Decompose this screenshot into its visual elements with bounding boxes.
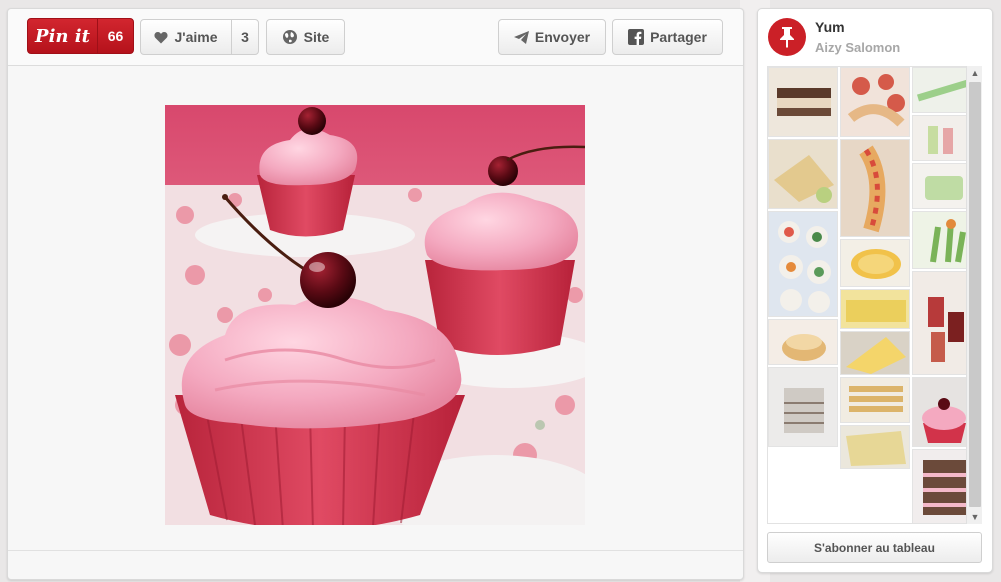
paper-plane-icon (513, 30, 529, 44)
pin-toolbar: Pin it 66 J'aime 3 Site Envoyer Partager (8, 9, 743, 66)
like-main[interactable]: J'aime (141, 20, 232, 54)
facebook-icon (628, 29, 645, 45)
cupcakes-photo (165, 105, 585, 525)
board-thumbnail[interactable] (768, 367, 838, 447)
board-thumbnail[interactable] (912, 449, 973, 523)
site-button[interactable]: Site (266, 19, 345, 55)
pin-it-label: Pin it (28, 19, 98, 53)
like-button[interactable]: J'aime 3 (140, 19, 259, 55)
like-label: J'aime (174, 29, 218, 45)
board-thumbnail[interactable] (840, 67, 910, 137)
board-avatar[interactable] (768, 18, 806, 56)
card-footer-divider (8, 550, 743, 551)
board-thumbnail[interactable] (912, 271, 973, 375)
scroll-down-arrow[interactable]: ▼ (967, 510, 983, 524)
board-thumbnail[interactable] (768, 319, 838, 365)
board-thumbnail[interactable] (912, 211, 973, 269)
board-thumbnail[interactable] (840, 331, 910, 375)
send-button[interactable]: Envoyer (498, 19, 606, 55)
send-label: Envoyer (534, 29, 591, 45)
board-thumbnail[interactable] (840, 289, 910, 329)
like-count: 3 (241, 29, 249, 45)
board-thumbnail[interactable] (840, 377, 910, 423)
scroll-up-arrow[interactable]: ▲ (967, 66, 983, 80)
board-thumbnail[interactable] (840, 425, 910, 469)
heart-icon (154, 31, 169, 43)
board-thumbnail[interactable] (912, 163, 973, 209)
pushpin-icon (780, 27, 794, 48)
board-title[interactable]: Yum (815, 19, 845, 35)
board-thumbnail[interactable] (840, 239, 910, 287)
board-thumbnail[interactable] (768, 211, 838, 317)
board-thumbnail[interactable] (840, 139, 910, 237)
share-button[interactable]: Partager (612, 19, 723, 55)
board-thumbnail[interactable] (912, 67, 973, 113)
pin-it-button[interactable]: Pin it 66 (27, 18, 134, 54)
pin-card: Pin it 66 J'aime 3 Site Envoyer Partager (7, 8, 744, 580)
board-thumbnail[interactable] (768, 67, 838, 137)
globe-icon (282, 30, 297, 44)
board-scrollbar[interactable]: ▲ ▼ (966, 66, 982, 524)
board-thumbnail[interactable] (912, 115, 973, 161)
scrollbar-thumb[interactable] (969, 82, 981, 507)
follow-board-button[interactable]: S'abonner au tableau (767, 532, 982, 563)
board-thumbnail[interactable] (768, 139, 838, 209)
pin-count: 66 (107, 28, 124, 44)
board-thumbnail[interactable] (912, 377, 973, 447)
board-widget: Yum Aizy Salomon ▲ ▼ S'abonner au tablea… (757, 8, 993, 573)
board-owner[interactable]: Aizy Salomon (815, 40, 900, 55)
site-label: Site (303, 29, 330, 45)
share-label: Partager (650, 29, 707, 45)
pin-image[interactable] (165, 105, 585, 525)
board-thumbnail-grid (767, 66, 974, 524)
